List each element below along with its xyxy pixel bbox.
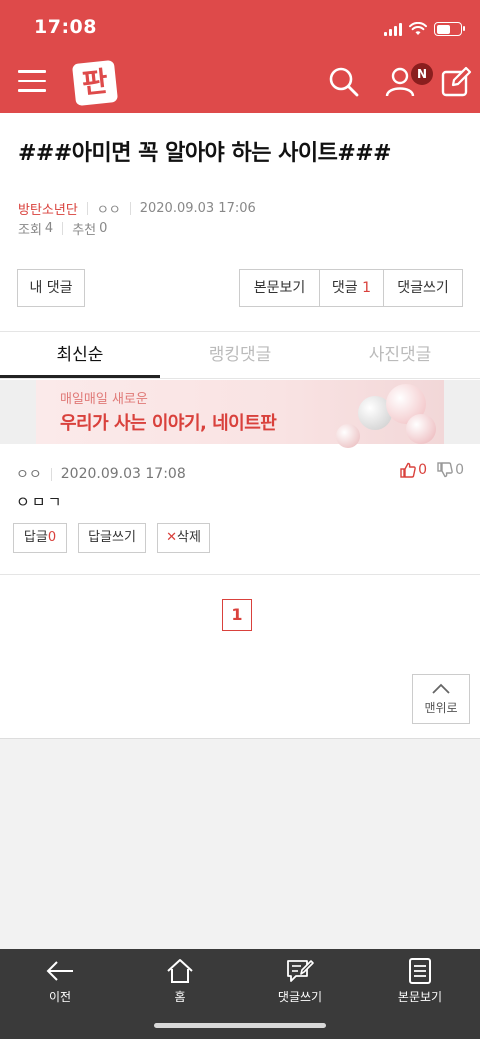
comments-count: 1 [362,280,372,296]
tab-photo[interactable]: 사진댓글 [320,332,480,378]
home-indicator [154,1023,326,1028]
comment-meta: ㅇㅇ 2020.09.03 17:08 [16,464,186,484]
post-nickname: ㅇㅇ [96,203,121,218]
back-arrow-icon [46,961,73,981]
toolbar-home-label: 홈 [174,990,186,1004]
toolbar-back-label: 이전 [48,990,72,1004]
dislike-button[interactable]: 0 [437,462,464,478]
toolbar-view-post[interactable]: 본문보기 [360,958,480,1005]
view-post-button[interactable]: 본문보기 [240,270,320,306]
toolbar-back[interactable]: 이전 [0,958,120,1005]
app-header: 17:08 판 N [0,0,480,113]
scroll-top-button[interactable]: 맨위로 [412,674,470,724]
search-icon[interactable] [328,66,360,98]
toolbar-home[interactable]: 홈 [120,958,240,1005]
recommend-label: 추천 [72,223,97,238]
my-comments-button[interactable]: 내 댓글 [17,269,85,307]
comment-body: ㅇㅁㄱ [16,493,64,511]
comment-date: 2020.09.03 17:08 [60,466,186,482]
thumbs-down-icon [437,462,453,478]
like-button[interactable]: 0 [400,462,427,478]
page-number-current[interactable]: 1 [222,599,252,631]
document-icon [409,958,431,984]
reply-button[interactable]: 답글0 [13,523,67,553]
status-time: 17:08 [34,16,97,38]
tab-ranking[interactable]: 랭킹댓글 [160,332,320,378]
post-author[interactable]: 방탄소년단 [18,199,78,218]
comment-votes: 0 0 [400,462,464,478]
reply-count: 0 [47,530,57,545]
post-title: ###아미면 꼭 알아야 하는 사이트### [18,141,392,166]
comment-item: ㅇㅇ 2020.09.03 17:08 0 0 ㅇㅁㄱ 답글0 답글쓰기 ✕삭제 [0,444,480,575]
signal-icon [384,22,402,36]
delete-button[interactable]: ✕삭제 [157,523,210,553]
app: 17:08 판 N ###아미면 꼭 알아야 하는 사이트### 방탄소년단 ㅇ… [0,0,480,1039]
reply-label: 답글 [23,530,48,545]
status-icons [384,20,465,38]
notification-badge: N [411,63,433,85]
toolbar-write-comment-label: 댓글쓰기 [277,990,323,1004]
toolbar-view-post-label: 본문보기 [397,990,443,1004]
toolbar-write-comment[interactable]: 댓글쓰기 [240,958,360,1005]
thumbs-up-icon [400,462,416,478]
menu-button[interactable] [18,70,48,94]
wifi-icon [409,22,427,35]
ad-decoration-ball [406,414,436,444]
views-label: 조회 [18,223,42,238]
ad-line-2: 우리가 사는 이야기, 네이트판 [60,413,277,434]
post-action-group: 본문보기 댓글 1 댓글쓰기 [239,269,463,307]
chevron-up-icon [432,683,450,694]
home-icon [167,959,193,983]
post-stats: 조회 4 추천 0 [18,219,107,238]
comment-tabs: 최신순 랭킹댓글 사진댓글 [0,331,480,379]
write-reply-button[interactable]: 답글쓰기 [78,523,146,553]
comments-button[interactable]: 댓글 1 [320,270,384,306]
scroll-top-label: 맨위로 [424,701,458,715]
ad-banner-inner: 매일매일 새로운 우리가 사는 이야기, 네이트판 [36,380,444,448]
dislike-count: 0 [455,462,464,478]
post-date: 2020.09.03 17:06 [139,201,256,216]
pann-logo[interactable]: 판 [71,59,119,107]
recommend-count: 0 [99,221,108,236]
battery-icon [434,22,465,36]
ad-line-1: 매일매일 새로운 [60,392,148,407]
tab-latest[interactable]: 최신순 [0,332,160,378]
close-icon: ✕ [166,530,177,545]
views-count: 4 [44,221,54,236]
write-comment-icon [287,960,314,982]
comment-nickname: ㅇㅇ [16,467,42,483]
like-count: 0 [418,462,428,478]
write-comment-button[interactable]: 댓글쓰기 [384,270,462,306]
ad-banner[interactable]: 매일매일 새로운 우리가 사는 이야기, 네이트판 [0,380,480,448]
post-content: ###아미면 꼭 알아야 하는 사이트### 방탄소년단 ㅇㅇ 2020.09.… [0,113,480,739]
comments-label: 댓글 [331,280,358,296]
post-meta: 방탄소년단 ㅇㅇ 2020.09.03 17:06 [18,199,256,218]
write-icon[interactable] [440,66,472,98]
delete-label: 삭제 [176,530,201,545]
